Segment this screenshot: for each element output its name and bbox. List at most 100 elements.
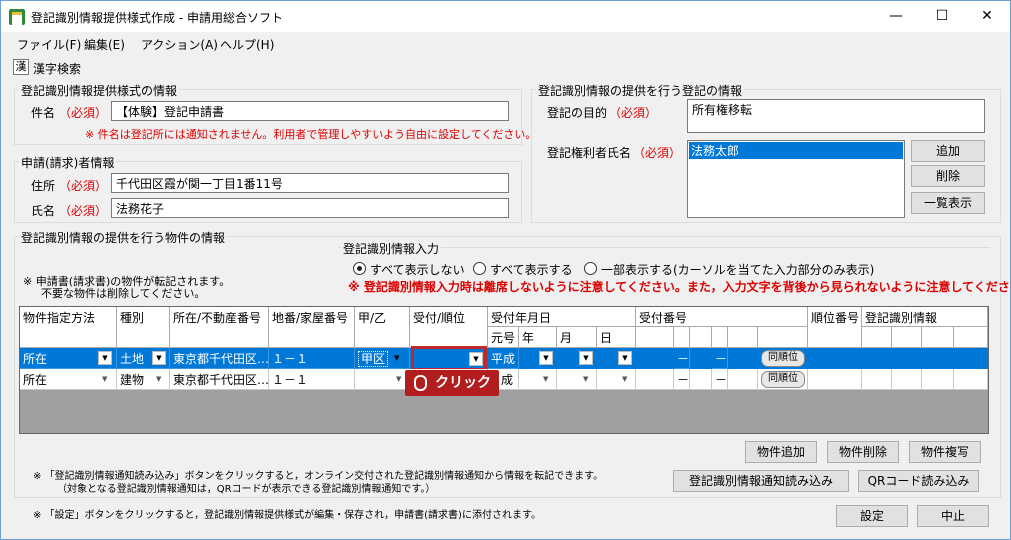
required-mark: （必須） (609, 106, 658, 120)
col-method: 物件指定方法 (20, 307, 117, 348)
delete-holder-button[interactable]: 削除 (911, 165, 985, 187)
col-num-6 (758, 327, 808, 348)
maximize-button[interactable]: ☐ (919, 1, 965, 32)
holder-list[interactable]: 法務太郎 (687, 140, 905, 218)
copy-property-button[interactable]: 物件複写 (909, 441, 981, 463)
cell-day[interactable] (597, 369, 636, 390)
read-notice-button[interactable]: 登記識別情報通知読み込み (673, 470, 849, 492)
dropdown-arrow-icon[interactable]: ▼ (539, 351, 553, 365)
col-order: 順位番号 (808, 307, 862, 348)
table-row[interactable]: 所在 ▼ 土地 ▼ 東京都千代田区… １－１ 甲区 ▼ ▼ 平成 ▼ ▼ ▼ －… (20, 346, 988, 371)
holder-item[interactable]: 法務太郎 (689, 142, 903, 159)
col-reception-number: 受付番号 (636, 307, 808, 327)
dropdown-arrow-icon[interactable]: ▼ (622, 375, 627, 383)
delete-property-button[interactable]: 物件削除 (827, 441, 899, 463)
cancel-button[interactable]: 中止 (917, 505, 989, 527)
mouse-icon (414, 375, 427, 391)
required-mark: （必須） (633, 146, 682, 160)
col-num-4 (712, 327, 728, 348)
radio-show-partial-label[interactable]: 一部表示する(カーソルを当てた入力部分のみ表示) (601, 261, 874, 278)
purpose-input[interactable]: 所有権移転 (687, 99, 985, 133)
col-type: 種別 (117, 307, 170, 348)
dropdown-arrow-icon[interactable]: ▼ (156, 375, 161, 383)
cell-lot[interactable]: １－１ (269, 348, 355, 369)
address-input[interactable]: 千代田区霞が関一丁目1番11号 (111, 173, 509, 193)
radio-show-none-label[interactable]: すべて表示しない (370, 261, 465, 278)
cell-dash: － (674, 369, 690, 390)
required-mark: （必須） (59, 204, 108, 218)
cell-num[interactable] (636, 369, 674, 390)
menu-help[interactable]: ヘルプ(H) (220, 36, 274, 53)
dropdown-arrow-icon[interactable]: ▼ (98, 351, 112, 365)
note-2: （対象となる登記識別情報通知は，QRコードが表示できる登記識別情報通知です。） (57, 484, 436, 495)
required-mark: （必須） (59, 106, 108, 120)
col-reception: 受付/順位 (410, 307, 488, 348)
radio-show-all-label[interactable]: すべて表示する (490, 261, 573, 278)
radio-show-all[interactable] (473, 262, 486, 275)
cell-koot[interactable]: 甲区 (355, 348, 410, 369)
dropdown-arrow-icon[interactable]: ▼ (579, 351, 593, 365)
cell-type[interactable]: 建物 (117, 369, 170, 390)
dropdown-arrow-icon[interactable]: ▼ (583, 375, 588, 383)
dropdown-arrow-icon[interactable]: ▼ (396, 375, 401, 383)
property-legend: 登記識別情報の提供を行う物件の情報 (19, 229, 228, 246)
cell-koot[interactable] (355, 369, 410, 390)
dropdown-arrow-icon[interactable]: ▼ (469, 352, 483, 366)
cell-id[interactable] (922, 369, 954, 390)
radio-show-partial[interactable] (584, 262, 597, 275)
subject-note: ※ 件名は登記所には通知されません。利用者で管理しやすいよう自由に設定してくださ… (85, 128, 537, 141)
read-qr-button[interactable]: QRコード読み込み (858, 470, 979, 492)
cell-num[interactable] (690, 369, 712, 390)
app-icon (9, 9, 25, 25)
col-location: 所在/不動産番号 (170, 307, 269, 348)
cell-id[interactable] (954, 369, 988, 390)
menu-edit[interactable]: 編集(E) (84, 36, 125, 53)
set-button[interactable]: 設定 (836, 505, 908, 527)
add-property-button[interactable]: 物件追加 (745, 441, 817, 463)
subject-input[interactable]: 【体験】登記申請書 (111, 101, 509, 121)
cell-num[interactable] (728, 369, 758, 390)
holder-label: 登記権利者氏名 (547, 146, 632, 160)
dropdown-arrow-icon[interactable]: ▼ (618, 351, 632, 365)
cell-order[interactable] (808, 369, 862, 390)
click-tooltip: クリック (405, 370, 499, 396)
kanji-icon[interactable]: 漢 (13, 59, 29, 75)
dropdown-arrow-icon[interactable]: ▼ (102, 375, 107, 383)
click-tooltip-text: クリック (435, 375, 491, 391)
table-row[interactable]: 所在 ▼ 建物 ▼ 東京都千代田区… １－１ ▼ 成 ▼ ▼ ▼ － － 同順位 (20, 369, 988, 390)
toolbar: 漢 漢字検索 (1, 56, 1010, 78)
menu-action[interactable]: アクション(A) (141, 36, 218, 53)
list-holder-button[interactable]: 一覧表示 (911, 192, 985, 214)
minimize-button[interactable]: — (873, 1, 919, 32)
purpose-label: 登記の目的 (547, 106, 608, 120)
name-input[interactable]: 法務花子 (111, 198, 509, 218)
cell-location[interactable]: 東京都千代田区… (170, 348, 269, 369)
cell-location[interactable]: 東京都千代田区… (170, 369, 269, 390)
menu-file[interactable]: ファイル(F) (17, 36, 81, 53)
property-grid[interactable]: 物件指定方法 種別 所在/不動産番号 地番/家屋番号 甲/乙 受付/順位 受付年… (19, 306, 989, 434)
dropdown-arrow-icon[interactable]: ▼ (543, 375, 548, 383)
cell-lot[interactable]: １－１ (269, 369, 355, 390)
col-koot: 甲/乙 (355, 307, 410, 348)
cell-era[interactable]: 平成 (488, 348, 519, 369)
cell-month[interactable] (557, 369, 597, 390)
col-lot: 地番/家屋番号 (269, 307, 355, 348)
same-order-button[interactable]: 同順位 (761, 371, 805, 388)
add-holder-button[interactable]: 追加 (911, 140, 985, 162)
cell-year[interactable] (519, 369, 557, 390)
name-label: 氏名 (31, 204, 56, 218)
cell-dash: － (712, 348, 728, 369)
required-mark: （必須） (59, 179, 108, 193)
col-num-1 (636, 327, 674, 348)
kanji-search-button[interactable]: 漢字検索 (33, 60, 81, 77)
close-button[interactable]: ✕ (964, 1, 1010, 32)
input-mode-legend: 登記識別情報入力 (341, 240, 442, 257)
col-id-2 (892, 327, 922, 348)
dropdown-arrow-icon[interactable]: ▼ (152, 351, 166, 365)
radio-show-none[interactable] (353, 262, 366, 275)
cell-id[interactable] (862, 369, 892, 390)
dropdown-arrow-icon[interactable]: ▼ (394, 354, 399, 362)
reception-select-highlighted[interactable]: ▼ (411, 346, 487, 371)
cell-id[interactable] (892, 369, 922, 390)
same-order-button[interactable]: 同順位 (761, 350, 805, 367)
